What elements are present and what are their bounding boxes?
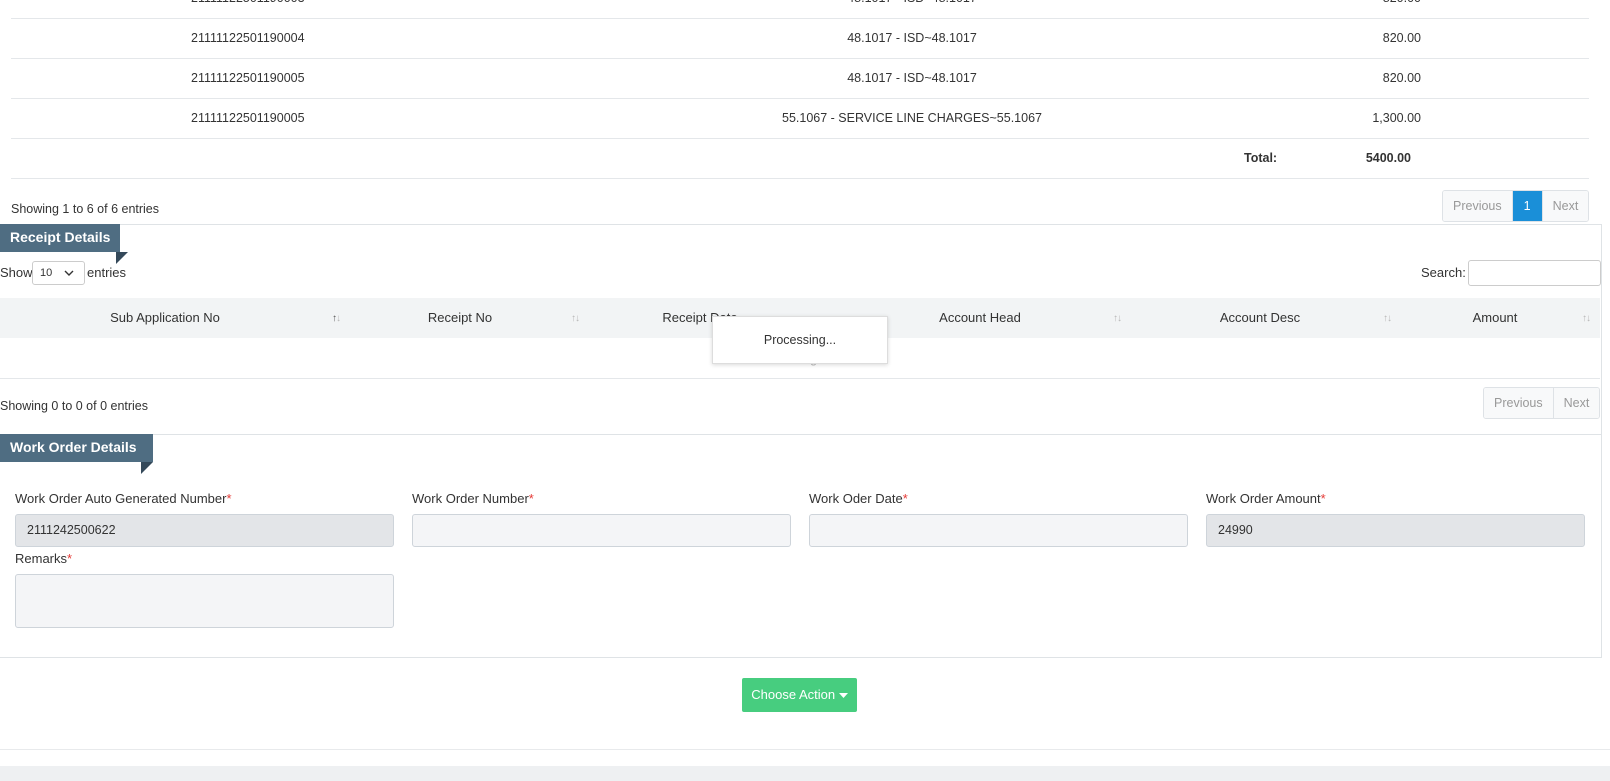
show-label: Show — [0, 265, 33, 280]
search-input[interactable] — [1468, 260, 1601, 286]
work-order-date-label: Work Oder Date* — [809, 491, 908, 506]
choose-action-button[interactable]: Choose Action — [742, 678, 857, 712]
sort-icon[interactable]: ↑↓ — [571, 298, 580, 340]
sort-icon[interactable]: ↑↓ — [1383, 298, 1392, 340]
receipt-details-title: Receipt Details — [0, 224, 121, 252]
amount-cell: 820.00 — [1382, 31, 1421, 45]
total-value: 5400.00 — [1365, 151, 1411, 165]
previous-page-button[interactable]: Previous — [1484, 388, 1553, 418]
next-page-button[interactable]: Next — [1541, 191, 1589, 221]
footer-divider — [0, 749, 1610, 750]
charges-table-info: Showing 1 to 6 of 6 entries — [11, 202, 160, 216]
column-header-receipt-no[interactable]: Receipt No — [380, 298, 540, 338]
required-mark: * — [528, 491, 534, 506]
table-row: 21111122501190003 48.1017 - ISD~48.1017 … — [11, 0, 1589, 19]
page-1-button[interactable]: 1 — [1511, 191, 1542, 221]
table-row: 21111122501190005 55.1067 - SERVICE LINE… — [11, 98, 1589, 139]
auto-number-input[interactable]: 2111242500622 — [15, 514, 394, 547]
sort-icon[interactable]: ↑↓ — [1582, 298, 1591, 340]
receipt-pagination: Previous Next — [1483, 387, 1601, 419]
required-mark: * — [902, 491, 908, 506]
search-label: Search: — [1421, 265, 1466, 280]
page-footer-bar — [0, 766, 1610, 781]
total-label: Total: — [1244, 151, 1278, 165]
table-row: 21111122501190005 48.1017 - ISD~48.1017 … — [11, 58, 1589, 99]
processing-indicator: Processing... — [712, 316, 888, 364]
receipt-table-info: Showing 0 to 0 of 0 entries — [0, 399, 149, 413]
column-header-sub-application-no[interactable]: Sub Application No — [60, 298, 270, 338]
chevron-down-icon — [64, 262, 74, 292]
remarks-label: Remarks* — [15, 551, 73, 566]
ribbon-tail — [116, 252, 128, 264]
required-mark: * — [226, 491, 232, 506]
amount-cell: 820.00 — [1361, 0, 1421, 18]
sort-icon[interactable]: ↑↓ — [1113, 298, 1122, 340]
charges-pagination: Previous 1 Next — [1442, 190, 1590, 222]
column-header-amount[interactable]: Amount — [1420, 298, 1570, 338]
required-mark: * — [67, 551, 73, 566]
caret-down-icon — [838, 679, 848, 712]
page-size-select[interactable]: 10 — [32, 261, 85, 285]
work-order-number-label: Work Order Number* — [412, 491, 534, 506]
work-order-date-input[interactable] — [809, 514, 1188, 547]
choose-action-label: Choose Action — [751, 687, 836, 702]
column-header-account-desc[interactable]: Account Desc — [1180, 298, 1340, 338]
sort-icon[interactable]: ↑↓ — [332, 298, 341, 340]
next-page-button[interactable]: Next — [1552, 388, 1600, 418]
work-order-amount-label: Work Order Amount* — [1206, 491, 1326, 506]
work-order-amount-input[interactable]: 24990 — [1206, 514, 1585, 547]
table-row: 21111122501190004 48.1017 - ISD~48.1017 … — [11, 18, 1589, 59]
amount-cell: 1,300.00 — [1372, 111, 1421, 125]
required-mark: * — [1320, 491, 1326, 506]
entries-label: entries — [87, 265, 127, 280]
ribbon-tail — [141, 462, 153, 474]
auto-number-label: Work Order Auto Generated Number* — [15, 491, 232, 506]
work-order-number-input[interactable] — [412, 514, 791, 547]
column-header-account-head[interactable]: Account Head — [900, 298, 1060, 338]
amount-cell: 820.00 — [1382, 71, 1421, 85]
work-order-details-title: Work Order Details — [0, 434, 153, 462]
total-row: Total: 5400.00 — [11, 138, 1589, 179]
previous-page-button[interactable]: Previous — [1443, 191, 1512, 221]
page-size-value: 10 — [40, 267, 53, 279]
remarks-textarea[interactable] — [15, 574, 394, 628]
